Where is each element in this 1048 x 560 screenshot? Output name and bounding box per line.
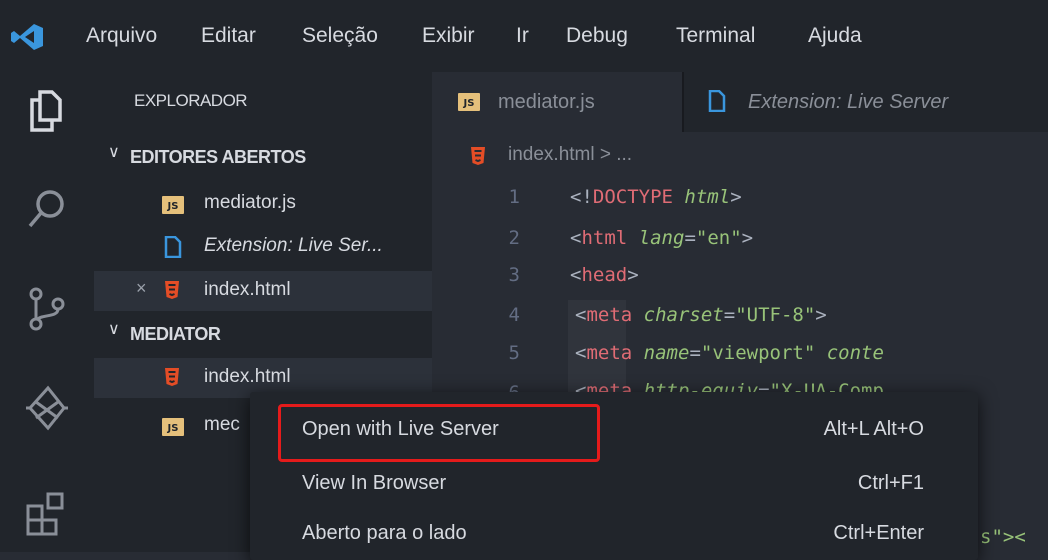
menu-ajuda[interactable]: Ajuda bbox=[808, 22, 862, 50]
code-line[interactable]: <html lang="en"> bbox=[570, 225, 753, 251]
menu-editar[interactable]: Editar bbox=[201, 22, 256, 50]
debug-icon[interactable] bbox=[18, 378, 76, 436]
js-file-icon: JS bbox=[162, 418, 184, 436]
document-icon bbox=[164, 236, 182, 258]
open-editor-label: mediator.js bbox=[204, 192, 296, 213]
line-number: 1 bbox=[508, 186, 520, 208]
open-editor-item[interactable]: Extension: Live Ser... bbox=[94, 229, 432, 265]
html-file-icon bbox=[165, 368, 179, 386]
menu-item-aberto-para-o-lado[interactable]: Aberto para o lado Ctrl+Enter bbox=[250, 518, 978, 554]
open-editor-item-active[interactable]: × index.html bbox=[94, 271, 432, 311]
file-tree-label: index.html bbox=[204, 366, 291, 387]
line-number: 4 bbox=[508, 304, 520, 326]
menu-item-shortcut: Ctrl+Enter bbox=[833, 522, 924, 544]
open-editors-label: EDITORES ABERTOS bbox=[130, 147, 306, 167]
tab-extension-live-server[interactable]: Extension: Live Server bbox=[684, 72, 1048, 132]
js-file-icon: JS bbox=[458, 93, 480, 111]
document-icon bbox=[708, 90, 726, 112]
open-editor-item[interactable]: JS mediator.js bbox=[94, 186, 432, 222]
extensions-icon[interactable] bbox=[18, 484, 76, 542]
chevron-down-icon: ∨ bbox=[108, 144, 120, 161]
line-number: 3 bbox=[508, 264, 520, 286]
menu-item-view-in-browser[interactable]: View In Browser Ctrl+F1 bbox=[250, 468, 978, 504]
open-editor-label: Extension: Live Ser... bbox=[204, 235, 383, 256]
menu-exibir[interactable]: Exibir bbox=[422, 22, 475, 50]
html-file-icon bbox=[165, 281, 179, 299]
open-editor-label: index.html bbox=[204, 279, 291, 300]
menu-bar: Arquivo Editar Seleção Exibir Ir Debug T… bbox=[0, 0, 1048, 72]
menu-arquivo[interactable]: Arquivo bbox=[86, 22, 157, 50]
menu-item-label: View In Browser bbox=[302, 472, 447, 494]
menu-item-label: Open with Live Server bbox=[302, 418, 499, 440]
project-header[interactable]: ∨ MEDIATOR bbox=[94, 317, 432, 351]
chevron-down-icon: ∨ bbox=[108, 321, 120, 338]
line-number: 5 bbox=[508, 342, 520, 364]
menu-item-open-with-live-server[interactable]: Open with Live Server Alt+L Alt+O bbox=[250, 414, 978, 450]
code-line[interactable]: <!DOCTYPE html> bbox=[570, 184, 742, 210]
tab-label: mediator.js bbox=[498, 91, 595, 113]
tab-label: Extension: Live Server bbox=[748, 91, 949, 113]
code-line[interactable]: <meta name="viewport" conte bbox=[575, 340, 884, 366]
menu-ir[interactable]: Ir bbox=[516, 22, 529, 50]
js-file-icon: JS bbox=[162, 196, 184, 214]
line-number: 2 bbox=[508, 227, 520, 249]
search-icon[interactable] bbox=[18, 180, 76, 238]
menu-item-shortcut: Ctrl+F1 bbox=[857, 472, 924, 494]
menu-terminal[interactable]: Terminal bbox=[676, 22, 755, 50]
breadcrumb-label: index.html > ... bbox=[508, 144, 633, 165]
menu-item-label: Aberto para o lado bbox=[302, 522, 467, 544]
vscode-logo-icon bbox=[11, 24, 43, 50]
explorer-icon[interactable] bbox=[18, 82, 76, 140]
menu-item-shortcut: Alt+L Alt+O bbox=[823, 418, 924, 440]
explorer-title: EXPLORADOR bbox=[134, 91, 248, 110]
html-file-icon bbox=[471, 147, 485, 165]
code-fragment: s">< bbox=[980, 526, 1026, 548]
open-editors-header[interactable]: ∨ EDITORES ABERTOS bbox=[94, 140, 432, 174]
activity-bar bbox=[0, 72, 94, 552]
menu-debug[interactable]: Debug bbox=[566, 22, 628, 50]
code-line[interactable]: <head> bbox=[570, 262, 639, 288]
source-control-icon[interactable] bbox=[18, 280, 76, 338]
close-icon[interactable]: × bbox=[136, 278, 147, 299]
file-tree-label: mec bbox=[204, 414, 240, 435]
menu-selecao[interactable]: Seleção bbox=[302, 22, 378, 50]
context-menu: Open with Live Server Alt+L Alt+O View I… bbox=[250, 392, 978, 560]
code-line[interactable]: <meta charset="UTF-8"> bbox=[575, 302, 827, 328]
tab-mediator-js[interactable]: JS mediator.js bbox=[432, 72, 682, 132]
project-label: MEDIATOR bbox=[130, 324, 221, 344]
